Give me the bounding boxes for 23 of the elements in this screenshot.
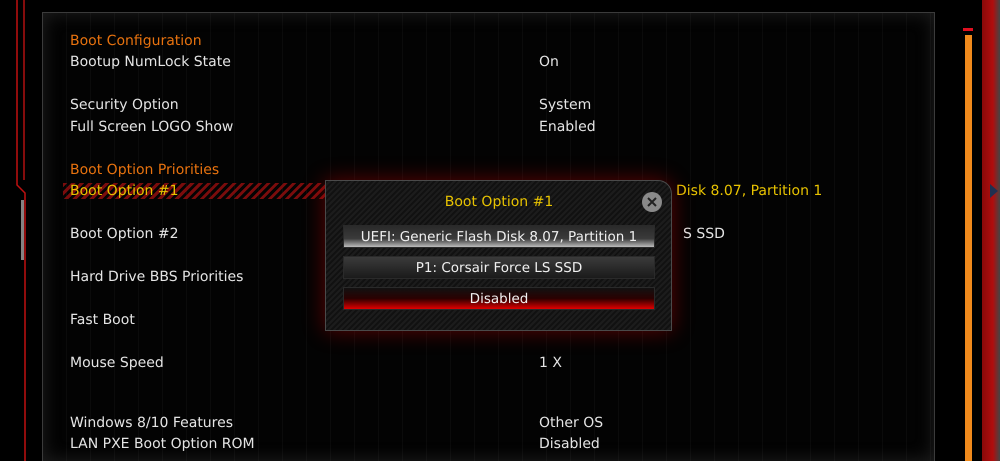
setting-label[interactable]: LAN PXE Boot Option ROM <box>70 436 539 452</box>
close-icon <box>647 197 657 207</box>
setting-label[interactable]: Bootup NumLock State <box>70 54 539 70</box>
setting-value[interactable]: 1 X <box>539 355 562 372</box>
section-header: Boot Option Priorities <box>70 162 220 178</box>
setting-label[interactable]: Mouse Speed <box>70 355 539 372</box>
setting-label[interactable]: Windows 8/10 Features <box>70 414 539 431</box>
setting-value[interactable]: Disabled <box>539 436 600 452</box>
close-button[interactable] <box>642 192 662 212</box>
section-header: Boot Configuration <box>70 32 202 49</box>
setting-value[interactable]: S SSD <box>683 226 725 242</box>
boot-option[interactable]: P1: Corsair Force LS SSD <box>343 256 655 279</box>
boot-option[interactable]: Disabled <box>343 287 655 310</box>
setting-label[interactable]: Security Option <box>70 97 539 114</box>
setting-value[interactable]: On <box>539 54 559 70</box>
setting-value[interactable]: Disk 8.07, Partition 1 <box>676 183 822 200</box>
setting-value[interactable]: Other OS <box>539 414 604 431</box>
setting-label[interactable]: Full Screen LOGO Show <box>70 118 539 135</box>
scroll-bar[interactable] <box>964 28 972 461</box>
setting-value[interactable]: Enabled <box>539 118 596 135</box>
boot-option[interactable]: UEFI: Generic Flash Disk 8.07, Partition 1 <box>343 225 655 248</box>
arrow-right-icon <box>990 184 998 198</box>
setting-value[interactable]: System <box>539 97 592 114</box>
